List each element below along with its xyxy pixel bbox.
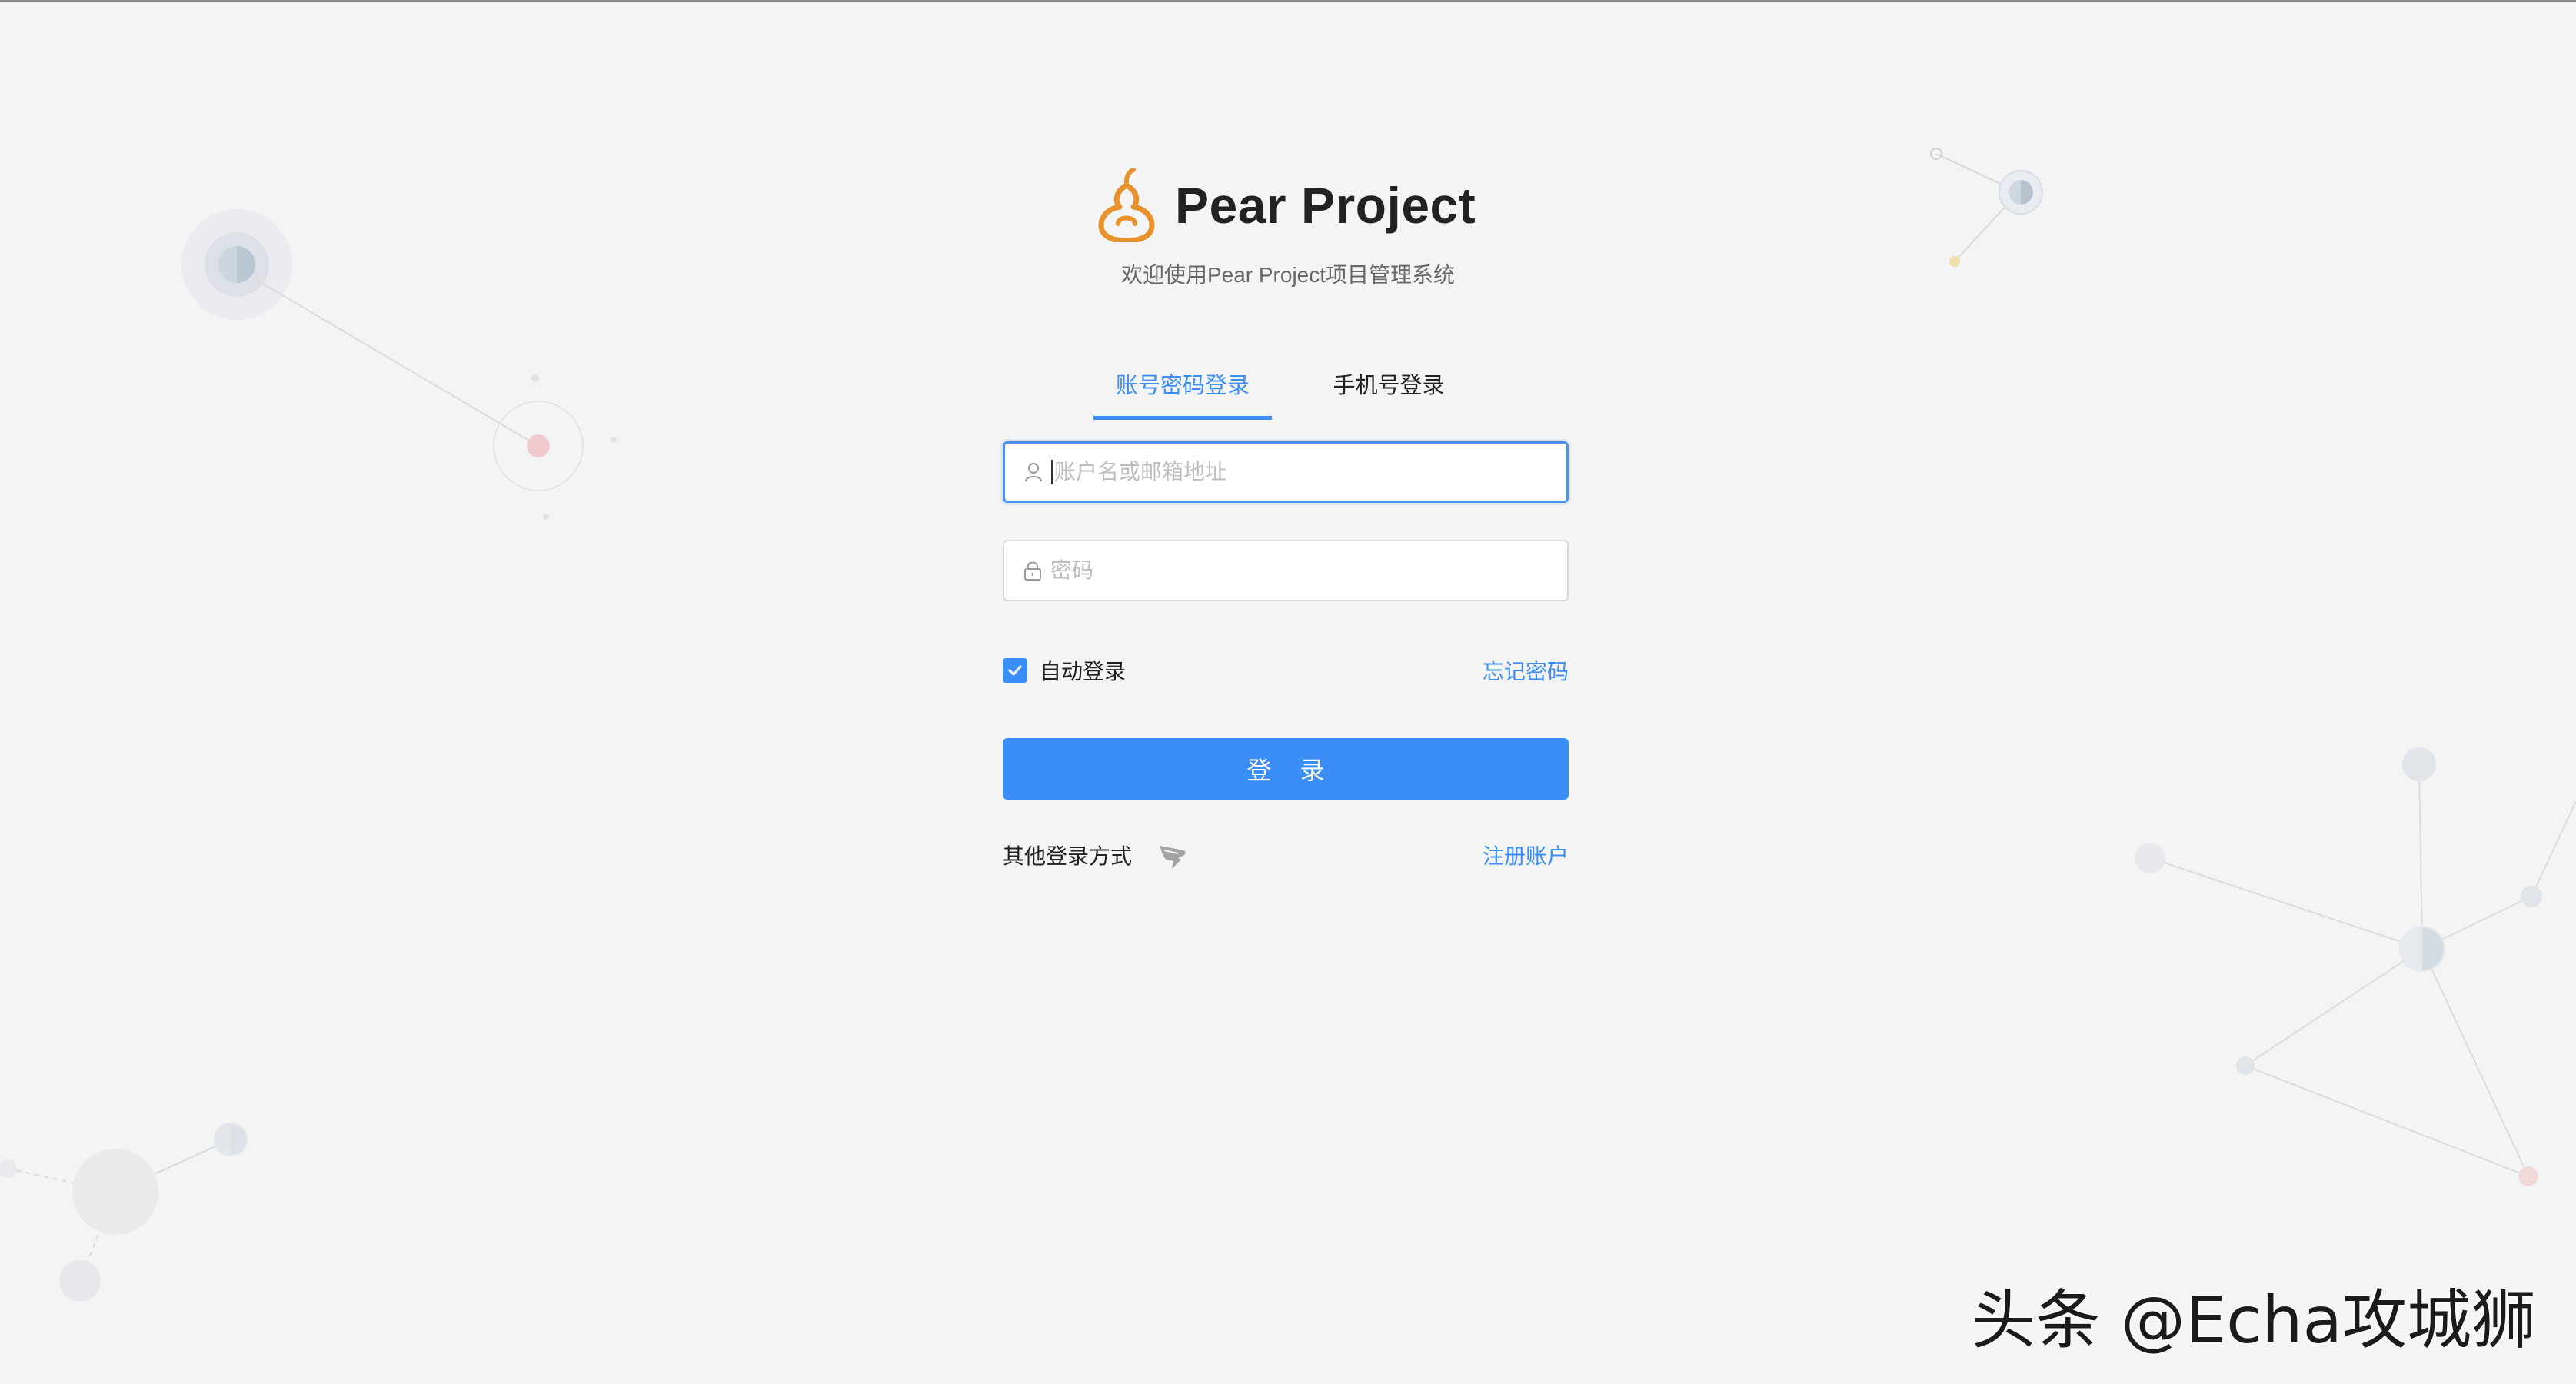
register-link[interactable]: 注册账户 xyxy=(1483,840,1569,870)
login-tabs: 账号密码登录 手机号登录 xyxy=(1093,363,1478,420)
password-field[interactable] xyxy=(1003,540,1569,601)
checkbox-checked-icon[interactable] xyxy=(1003,658,1027,683)
lock-icon xyxy=(1024,561,1041,581)
auto-login-label: 自动登录 xyxy=(1040,660,1127,684)
pear-logo-icon xyxy=(1098,168,1155,242)
forgot-password-link[interactable]: 忘记密码 xyxy=(1483,655,1569,686)
text-caret xyxy=(1051,460,1053,484)
auto-login-checkbox[interactable]: 自动登录 xyxy=(1003,655,1126,686)
login-button[interactable]: 登 录 xyxy=(1003,738,1569,800)
tab-account-login[interactable]: 账号密码登录 xyxy=(1093,363,1272,420)
username-field[interactable] xyxy=(1003,441,1569,503)
user-icon xyxy=(1025,463,1042,482)
login-page: Pear Project 欢迎使用Pear Project项目管理系统 账号密码… xyxy=(0,0,2576,1384)
other-login-row: 其他登录方式 注册账户 xyxy=(1003,837,1569,873)
welcome-subtitle: 欢迎使用Pear Project项目管理系统 xyxy=(1120,263,1456,287)
tab-phone-login[interactable]: 手机号登录 xyxy=(1272,363,1478,420)
brand-title: Pear Project xyxy=(1175,177,1476,234)
brand-header: Pear Project xyxy=(1092,163,1492,248)
login-options: 自动登录 忘记密码 xyxy=(1003,654,1569,687)
other-login-label: 其他登录方式 xyxy=(1003,844,1133,868)
password-input[interactable] xyxy=(1050,547,1543,594)
dingtalk-icon[interactable] xyxy=(1155,838,1189,872)
watermark-text: 头条 @Echa攻城狮 xyxy=(1971,1283,2536,1358)
username-input[interactable] xyxy=(1054,449,1546,495)
